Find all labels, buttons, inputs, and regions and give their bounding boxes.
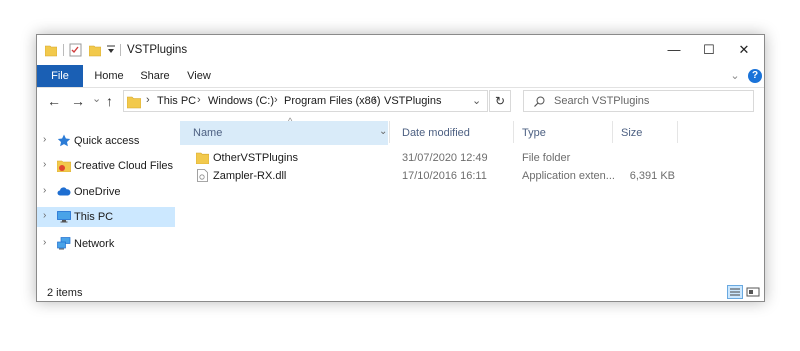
column-dropdown-icon[interactable]: ⌄ bbox=[379, 126, 387, 137]
breadcrumb-windows-c[interactable]: Windows (C:) bbox=[208, 95, 274, 107]
explorer-window: VSTPlugins — ☐ ✕ File Home Share View ⌄ … bbox=[36, 34, 765, 302]
sidebar-item-label: Network bbox=[74, 238, 115, 250]
minimize-button[interactable]: — bbox=[659, 41, 689, 59]
file-list: Name ^ ⌄ Date modified Type Size OtherVS… bbox=[180, 116, 764, 286]
file-type: File folder bbox=[522, 152, 571, 164]
close-button[interactable]: ✕ bbox=[729, 41, 759, 59]
tab-file[interactable]: File bbox=[37, 65, 83, 87]
cloud-icon bbox=[57, 187, 71, 196]
search-icon bbox=[534, 96, 545, 107]
customize-quick-access-icon[interactable] bbox=[107, 45, 115, 55]
monitor-icon bbox=[57, 211, 71, 223]
sort-ascending-icon: ^ bbox=[288, 116, 293, 126]
column-divider[interactable] bbox=[677, 121, 678, 143]
dll-file-icon bbox=[197, 169, 208, 182]
sidebar-item-this-pc[interactable]: › This PC bbox=[37, 207, 175, 227]
sidebar-item-label: Creative Cloud Files bbox=[74, 160, 174, 172]
sidebar-item-quick-access[interactable]: › Quick access bbox=[37, 131, 175, 151]
column-header-date[interactable]: Date modified bbox=[392, 121, 502, 145]
column-divider[interactable] bbox=[612, 121, 613, 143]
expand-arrow-icon[interactable]: › bbox=[43, 159, 46, 170]
folder-icon bbox=[127, 96, 141, 109]
sidebar-item-label: This PC bbox=[74, 211, 114, 223]
expand-arrow-icon[interactable]: › bbox=[43, 185, 46, 196]
up-button[interactable]: ↑ bbox=[106, 93, 113, 109]
column-divider[interactable] bbox=[389, 121, 390, 143]
file-size: 6,391 KB bbox=[629, 170, 675, 182]
folder-icon bbox=[45, 45, 57, 57]
maximize-button[interactable]: ☐ bbox=[694, 41, 724, 59]
file-name: Zampler-RX.dll bbox=[213, 170, 287, 182]
column-header-label: Type bbox=[522, 127, 546, 139]
expand-arrow-icon[interactable]: › bbox=[43, 237, 46, 248]
expand-ribbon-icon[interactable]: ⌄ bbox=[729, 65, 741, 87]
forward-button[interactable]: → bbox=[71, 93, 85, 109]
network-icon bbox=[57, 237, 71, 250]
details-view-icon[interactable] bbox=[727, 285, 743, 299]
column-header-label: Size bbox=[621, 127, 643, 139]
search-box[interactable]: Search VSTPlugins bbox=[523, 90, 754, 112]
tab-share[interactable]: Share bbox=[137, 65, 173, 87]
sidebar-item-onedrive[interactable]: › OneDrive bbox=[37, 182, 175, 202]
column-header-size[interactable]: Size bbox=[614, 121, 676, 145]
properties-icon[interactable] bbox=[69, 43, 82, 57]
back-button[interactable]: ← bbox=[47, 93, 61, 109]
column-header-label: Name bbox=[193, 127, 223, 139]
file-date: 17/10/2016 16:11 bbox=[402, 170, 487, 182]
file-name: OtherVSTPlugins bbox=[213, 152, 298, 164]
tab-home[interactable]: Home bbox=[89, 65, 129, 87]
file-type: Application exten... bbox=[522, 170, 615, 182]
ribbon-tabs: File Home Share View ⌄ ? bbox=[37, 65, 764, 88]
help-icon[interactable]: ? bbox=[748, 69, 762, 83]
sidebar-item-creative-cloud-files[interactable]: › Creative Cloud Files bbox=[37, 156, 175, 176]
title-bar: VSTPlugins — ☐ ✕ bbox=[37, 35, 764, 65]
breadcrumb-separator-icon: › bbox=[274, 94, 278, 106]
address-bar[interactable]: › This PC › Windows (C:) › Program Files… bbox=[123, 90, 488, 112]
sidebar-item-network[interactable]: › Network bbox=[37, 234, 175, 254]
expand-arrow-icon[interactable]: › bbox=[43, 134, 46, 145]
column-header-label: Date modified bbox=[402, 127, 470, 139]
large-icons-view-icon[interactable] bbox=[746, 285, 762, 299]
breadcrumb-separator-icon: › bbox=[146, 94, 150, 106]
table-row[interactable]: OtherVSTPlugins 31/07/2020 12:49 File fo… bbox=[180, 149, 764, 167]
column-header-type[interactable]: Type bbox=[514, 121, 609, 145]
refresh-button[interactable]: ↻ bbox=[489, 90, 511, 112]
table-row[interactable]: Zampler-RX.dll 17/10/2016 16:11 Applicat… bbox=[180, 167, 764, 185]
folder-icon bbox=[196, 152, 209, 164]
search-placeholder: Search VSTPlugins bbox=[554, 95, 650, 107]
breadcrumb-separator-icon: › bbox=[373, 94, 377, 106]
file-date: 31/07/2020 12:49 bbox=[402, 152, 488, 164]
new-folder-icon[interactable] bbox=[89, 43, 101, 57]
breadcrumb-this-pc[interactable]: This PC bbox=[157, 95, 196, 107]
star-icon bbox=[57, 134, 71, 147]
breadcrumb-vstplugins[interactable]: VSTPlugins bbox=[384, 95, 441, 107]
address-dropdown-icon[interactable]: ⌄ bbox=[472, 94, 481, 107]
expand-arrow-icon[interactable]: › bbox=[43, 210, 46, 221]
column-header-name[interactable]: Name ^ ⌄ bbox=[180, 116, 388, 145]
breadcrumb-separator-icon: › bbox=[197, 94, 201, 106]
creative-cloud-icon bbox=[57, 160, 71, 172]
recent-locations-button[interactable]: ⌄ bbox=[92, 92, 101, 105]
sidebar-item-label: Quick access bbox=[74, 135, 140, 147]
tab-view[interactable]: View bbox=[183, 65, 215, 87]
window-title: VSTPlugins bbox=[127, 44, 188, 56]
breadcrumb-program-files[interactable]: Program Files (x86) bbox=[284, 95, 381, 107]
address-row: ← → ⌄ ↑ › This PC › Windows (C:) › Progr… bbox=[37, 88, 764, 116]
sidebar-item-label: OneDrive bbox=[74, 186, 121, 198]
navigation-pane: › Quick access › Creative Cloud Files › … bbox=[37, 116, 178, 276]
item-count: 2 items bbox=[47, 287, 83, 299]
